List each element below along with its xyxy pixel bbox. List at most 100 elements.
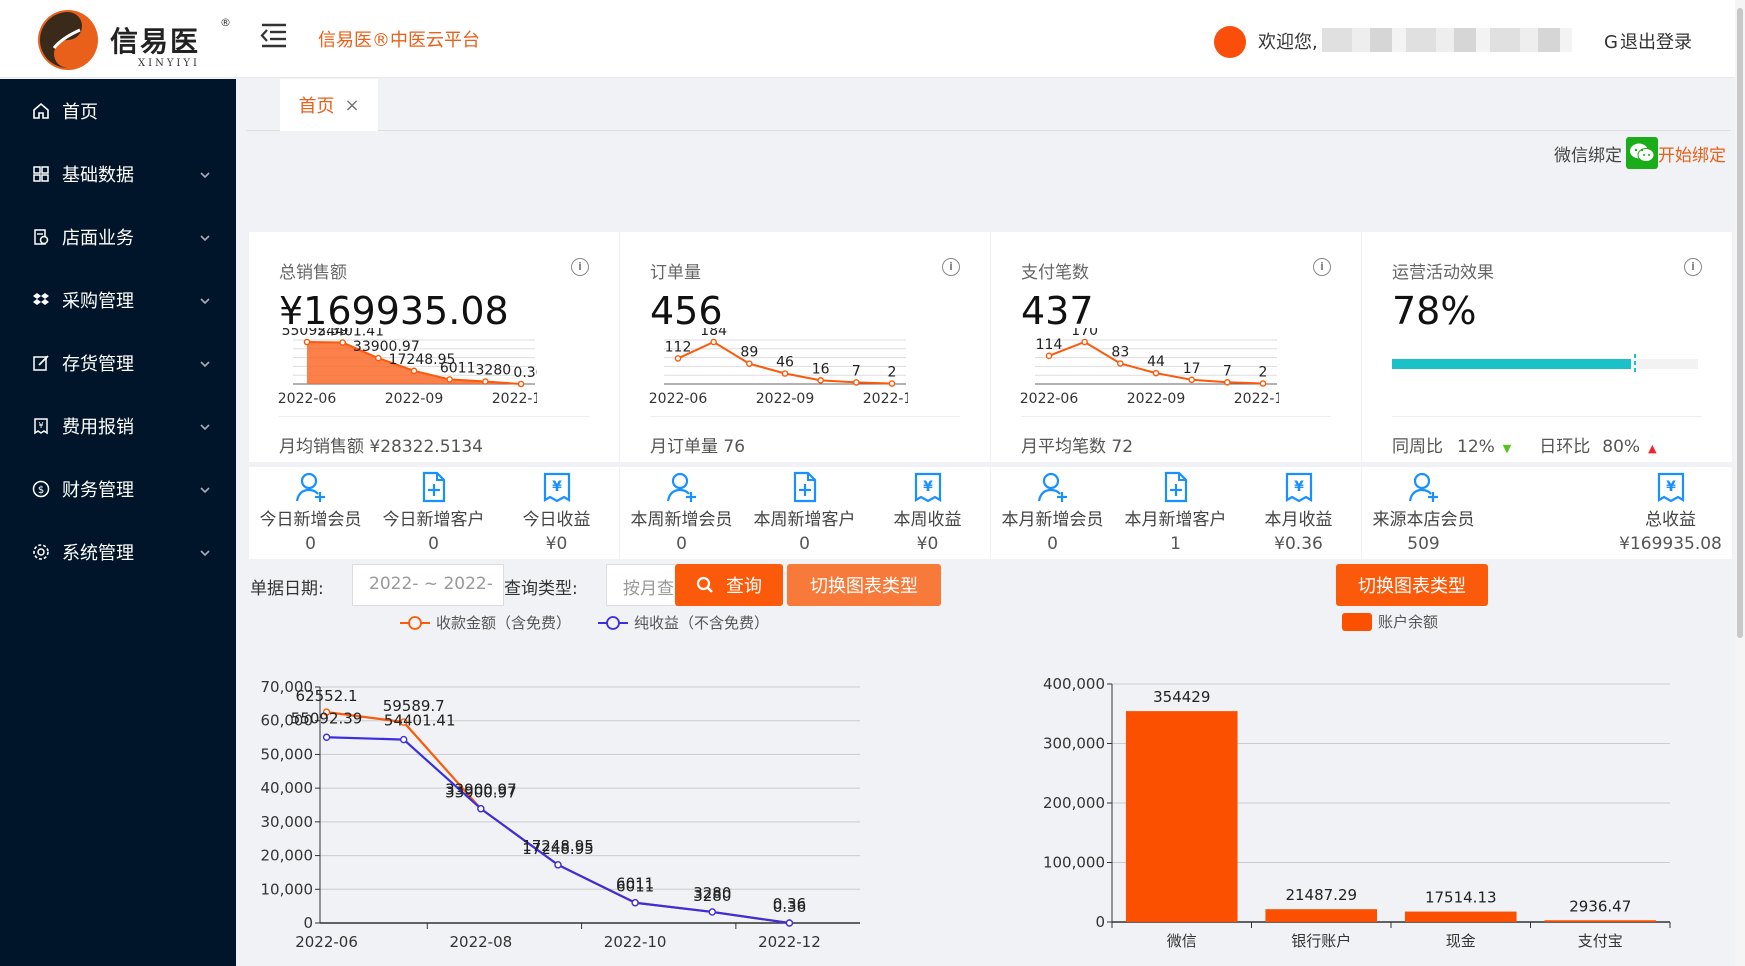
scrollbar-thumb[interactable] xyxy=(1737,8,1743,638)
spark-data-label: 89 xyxy=(740,345,758,361)
avatar[interactable] xyxy=(1214,26,1246,58)
bar[interactable] xyxy=(1265,909,1378,922)
spark-point xyxy=(746,360,753,367)
data-point[interactable] xyxy=(400,735,408,744)
chevron-down-icon xyxy=(198,481,212,495)
bar[interactable] xyxy=(1544,920,1657,922)
sidebar-item-3[interactable]: 采购管理 xyxy=(0,268,236,331)
data-point[interactable] xyxy=(322,733,331,741)
info-icon[interactable]: i xyxy=(1313,258,1331,276)
stat-item: 本周新增会员 0 xyxy=(620,467,743,554)
chevron-down-icon xyxy=(198,418,212,432)
wow-value: 12% xyxy=(1457,437,1495,457)
wow-label: 同周比 xyxy=(1392,437,1443,457)
wechat-icon[interactable] xyxy=(1626,137,1658,169)
x-tick-label: 支付宝 xyxy=(1578,932,1623,950)
stat-group-0: 今日新增会员 0 今日新增客户 0 ¥ 今日收益 ¥0 xyxy=(249,467,619,559)
x-tick-label: 2022-12 xyxy=(758,933,821,951)
x-tick-label: 2022-06 xyxy=(295,933,358,951)
switch-chart-type-button-right[interactable]: 切换图表类型 xyxy=(1336,564,1488,606)
data-label: 17514.13 xyxy=(1425,889,1497,907)
file-add-icon xyxy=(417,471,451,503)
legend-label: 账户余额 xyxy=(1378,613,1438,631)
close-icon[interactable]: × xyxy=(344,95,359,116)
sparkline-chart: 114 170 83 44 17 7 2 2022-06 2022-09 2022-12 xyxy=(1020,328,1279,407)
bar[interactable] xyxy=(1125,711,1238,922)
tab-home-label: 首页 xyxy=(298,96,335,117)
legend-item[interactable]: 收款金额（含免费） xyxy=(400,614,571,632)
brand-name: 信易医 xyxy=(110,25,201,58)
sidebar-item-7[interactable]: 系统管理 xyxy=(0,520,236,583)
card-value: 78% xyxy=(1392,289,1477,333)
data-point[interactable] xyxy=(554,861,562,869)
svg-text:¥: ¥ xyxy=(1294,479,1304,495)
data-point[interactable] xyxy=(708,908,716,916)
data-point[interactable] xyxy=(785,919,794,927)
filter-row: 单据日期: 2022- ~ 2022- 查询类型: 按月查 查询 切换图表类型 … xyxy=(248,564,1728,614)
info-icon[interactable]: i xyxy=(571,258,589,276)
info-icon[interactable]: i xyxy=(1684,258,1702,276)
query-button[interactable]: 查询 xyxy=(675,564,783,606)
stat-item: 今日新增会员 0 xyxy=(249,467,372,554)
date-range-input[interactable]: 2022- ~ 2022- xyxy=(352,564,504,606)
sidebar-item-0[interactable]: 首页 xyxy=(0,79,236,142)
stat-item: ¥ 今日收益 ¥0 xyxy=(495,467,618,554)
switch-chart-type-label-right: 切换图表类型 xyxy=(1358,576,1466,597)
stat-item: ¥ 本月收益 ¥0.36 xyxy=(1237,467,1360,554)
y-tick-label: 50,000 xyxy=(261,745,314,763)
tab-home[interactable]: 首页 × xyxy=(280,79,378,131)
spark-point xyxy=(375,354,382,362)
y-tick-label: 0 xyxy=(303,914,313,932)
y-tick-label: 100,000 xyxy=(1043,854,1105,872)
data-label: 55092.39 xyxy=(291,709,363,727)
x-tick-label: 2022-10 xyxy=(604,933,667,951)
yen-icon: ¥ xyxy=(1654,471,1688,503)
sidebar-item-label: 采购管理 xyxy=(62,290,134,312)
logout-label: 退出登录 xyxy=(1620,32,1692,53)
spark-x-tick: 2022-06 xyxy=(649,391,708,407)
spark-point xyxy=(1224,378,1231,386)
card-title: 订单量 xyxy=(650,263,701,283)
switch-chart-type-button[interactable]: 切换图表类型 xyxy=(787,564,941,606)
card-value: 456 xyxy=(650,289,723,333)
sidebar-item-1[interactable]: 基础数据 xyxy=(0,142,236,205)
data-point[interactable] xyxy=(631,899,639,907)
store-doc-icon xyxy=(32,228,50,246)
stat-group-3: 来源本店会员 509 ¥ 总收益 ¥169935.08 xyxy=(1362,467,1732,559)
x-tick-label: 银行账户 xyxy=(1291,932,1351,950)
stat-item: ¥ 本周收益 ¥0 xyxy=(866,467,989,554)
dollar-icon: $ xyxy=(32,480,50,498)
legend-label: 纯收益（不含免费） xyxy=(634,614,769,632)
brand-logo[interactable]: 信易医 ® XINYIYI xyxy=(28,6,231,74)
stat-label: 总收益 xyxy=(1645,510,1696,530)
edit-icon xyxy=(32,354,50,372)
user-add-icon xyxy=(1036,471,1070,503)
menu-collapse-icon[interactable] xyxy=(258,20,290,50)
legend-item[interactable]: 纯收益（不含免费） xyxy=(598,614,769,632)
x-tick-label: 现金 xyxy=(1446,932,1476,950)
sidebar-item-2[interactable]: 店面业务 xyxy=(0,205,236,268)
logout-button[interactable]: G 退出登录 xyxy=(1604,28,1692,54)
spark-data-label: 2 xyxy=(1259,365,1268,381)
wechat-bind-label: 微信绑定 xyxy=(1554,145,1622,166)
trend-up-icon: ▲ xyxy=(1648,442,1657,455)
legend-item[interactable]: 账户余额 xyxy=(1342,613,1438,631)
bar[interactable] xyxy=(1404,911,1517,922)
data-point[interactable] xyxy=(477,805,485,813)
info-icon[interactable]: i xyxy=(942,258,960,276)
summary-card-3: 运营活动效果 i 78% 同周比 12% ▼ 日环比 80% ▲ xyxy=(1362,232,1732,462)
spark-data-label: 2 xyxy=(888,365,897,381)
stat-item: 本周新增客户 0 xyxy=(743,467,866,554)
sidebar-item-6[interactable]: $ 财务管理 xyxy=(0,457,236,520)
income-line-chart: 收款金额（含免费） 纯收益（不含免费）70,00060,00050,00040,0… xyxy=(261,614,860,951)
spark-data-label: 3280 xyxy=(476,362,512,378)
y-tick-label: 40,000 xyxy=(261,779,314,797)
stat-value: 0 xyxy=(428,534,439,554)
scrollbar[interactable] xyxy=(1735,0,1745,966)
query-type-select[interactable]: 按月查 xyxy=(606,564,686,606)
spark-data-label: 83 xyxy=(1111,344,1129,360)
start-bind-link[interactable]: 开始绑定 xyxy=(1658,141,1726,166)
sidebar-item-4[interactable]: 存货管理 xyxy=(0,331,236,394)
data-label: 17248.95 xyxy=(522,837,594,855)
sidebar-item-5[interactable]: ¥ 费用报销 xyxy=(0,394,236,457)
